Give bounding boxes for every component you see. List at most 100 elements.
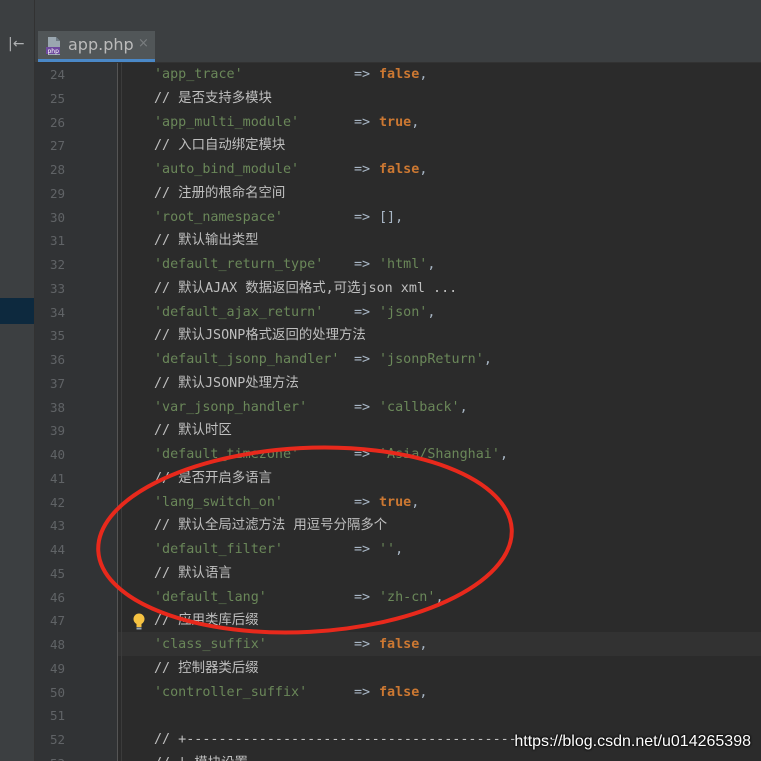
config-key: 'default_timezone' (154, 447, 300, 462)
code-line[interactable]: 28 'auto_bind_module' => false, (0, 158, 761, 182)
config-key: 'class_suffix' (154, 637, 267, 652)
code-comment: // 默认全局过滤方法 用逗号分隔多个 (154, 518, 388, 534)
trailing-comma: , (419, 67, 428, 82)
close-tab-icon[interactable]: × (138, 36, 149, 51)
config-value: 'json' (379, 304, 428, 320)
trailing-comma: , (395, 542, 404, 557)
config-value: 'zh-cn' (379, 589, 436, 605)
arrow-operator: => (354, 209, 371, 225)
config-value: false (379, 637, 420, 652)
code-line[interactable]: 34 'default_ajax_return' => 'json', (0, 301, 761, 325)
config-key: 'default_lang' (154, 589, 267, 605)
line-number: 24 (49, 67, 65, 82)
config-value: false (379, 67, 420, 82)
trailing-comma: , (435, 589, 444, 605)
config-key: 'auto_bind_module' (154, 162, 300, 177)
trailing-comma: , (419, 684, 428, 700)
line-number: 43 (49, 518, 65, 534)
line-number: 42 (49, 494, 65, 510)
config-value: false (379, 684, 420, 700)
trailing-comma: , (411, 494, 420, 510)
arrow-operator: => (354, 589, 371, 605)
code-line[interactable]: 36 'default_jsonp_handler' => 'jsonpReturn'… (0, 348, 761, 372)
trailing-comma: , (419, 637, 428, 652)
arrow-operator: => (354, 637, 371, 652)
config-value: true (379, 494, 412, 510)
code-line[interactable]: 27 // 入口自动绑定模块 (0, 134, 761, 158)
config-value-group: 'zh-cn', (379, 586, 444, 610)
trailing-comma: , (459, 399, 468, 415)
line-number: 28 (49, 162, 65, 177)
line-number: 49 (49, 660, 65, 676)
line-number: 25 (49, 90, 65, 106)
code-line[interactable]: 31 // 默认输出类型 (0, 229, 761, 253)
code-line[interactable]: 32 'default_return_type' => 'html', (0, 253, 761, 277)
code-line[interactable]: 46 'default_lang' => 'zh-cn', (0, 586, 761, 610)
config-value: 'Asia/Shanghai' (379, 447, 500, 462)
config-value-group: [], (379, 206, 403, 230)
config-value-group: 'callback', (379, 396, 468, 420)
code-line[interactable]: 49 // 控制器类后缀 (0, 657, 761, 681)
line-number: 47 (49, 613, 65, 629)
line-number: 39 (49, 423, 65, 439)
line-number: 35 (49, 328, 65, 344)
intention-bulb-icon[interactable] (132, 613, 146, 631)
watermark: https://blog.csdn.net/u014265398 (514, 733, 751, 750)
code-comment: // 默认JSONP处理方法 (154, 375, 299, 391)
code-line[interactable]: 43 // 默认全局过滤方法 用逗号分隔多个 (0, 514, 761, 538)
code-line[interactable]: 41 // 是否开启多语言 (0, 467, 761, 491)
code-comment: // +------------------------------------… (154, 732, 574, 747)
config-value: '' (379, 542, 396, 557)
code-line[interactable]: 51 (0, 704, 761, 728)
code-line[interactable]: 26 'app_multi_module' => true, (0, 111, 761, 135)
code-comment: // 注册的根命名空间 (154, 185, 286, 201)
line-number: 41 (49, 470, 65, 486)
code-line[interactable]: 25 // 是否支持多模块 (0, 87, 761, 111)
config-value: [] (379, 209, 396, 225)
config-key: 'root_namespace' (154, 209, 283, 225)
line-number: 48 (49, 637, 65, 652)
code-line[interactable]: 48 'class_suffix' => false, (0, 633, 761, 657)
line-number: 40 (49, 447, 65, 462)
code-line[interactable]: 44 'default_filter' => '', (0, 538, 761, 562)
trailing-comma: , (395, 209, 404, 225)
code-comment: // 控制器类后缀 (154, 660, 259, 676)
arrow-operator: => (354, 352, 371, 367)
config-value-group: 'Asia/Shanghai', (379, 443, 508, 467)
code-comment: // 默认JSONP格式返回的处理方法 (154, 328, 366, 344)
code-line[interactable]: 42 'lang_switch_on' => true, (0, 491, 761, 515)
config-value-group: 'jsonpReturn', (379, 348, 492, 372)
code-line[interactable]: 47 // 应用类库后缀 (0, 609, 761, 633)
php-file-icon: php (46, 37, 60, 55)
config-value-group: 'html', (379, 253, 435, 277)
code-line[interactable]: 30 'root_namespace' => [], (0, 206, 761, 230)
code-line[interactable]: 33 // 默认AJAX 数据返回格式,可选json xml ... (0, 277, 761, 301)
code-comment: // | 模块设置 (154, 752, 248, 761)
code-line[interactable]: 53 // | 模块设置 (0, 752, 761, 761)
arrow-operator: => (354, 67, 371, 82)
code-comment: // 是否开启多语言 (154, 470, 272, 486)
line-number: 33 (49, 280, 65, 296)
config-value-group: false, (379, 158, 427, 182)
code-line[interactable]: 24 'app_trace' => false, (0, 63, 761, 87)
code-line[interactable]: 37 // 默认JSONP处理方法 (0, 372, 761, 396)
trailing-comma: , (427, 257, 436, 272)
config-value: 'html' (379, 257, 428, 272)
arrow-operator: => (354, 684, 371, 700)
config-key: 'var_jsonp_handler' (154, 399, 308, 415)
code-line[interactable]: 29 // 注册的根命名空间 (0, 182, 761, 206)
collapse-panel-icon[interactable]: |← (8, 34, 28, 54)
tab-app-php[interactable]: php app.php × (38, 31, 155, 62)
code-line[interactable]: 45 // 默认语言 (0, 562, 761, 586)
config-value: false (379, 162, 420, 177)
code-line[interactable]: 50 'controller_suffix' => false, (0, 681, 761, 705)
line-number: 26 (49, 114, 65, 130)
ide-window: |← php app.php × 24'app_trace' => false, 25… (0, 0, 761, 761)
config-key: 'controller_suffix' (154, 684, 308, 700)
code-comment: // 默认输出类型 (154, 233, 259, 249)
code-line[interactable]: 38 'var_jsonp_handler' => 'callback', (0, 396, 761, 420)
code-line[interactable]: 40 'default_timezone' => 'Asia/Shanghai', (0, 443, 761, 467)
config-key: 'default_return_type' (154, 257, 324, 272)
code-line[interactable]: 35 // 默认JSONP格式返回的处理方法 (0, 324, 761, 348)
code-line[interactable]: 39 // 默认时区 (0, 419, 761, 443)
